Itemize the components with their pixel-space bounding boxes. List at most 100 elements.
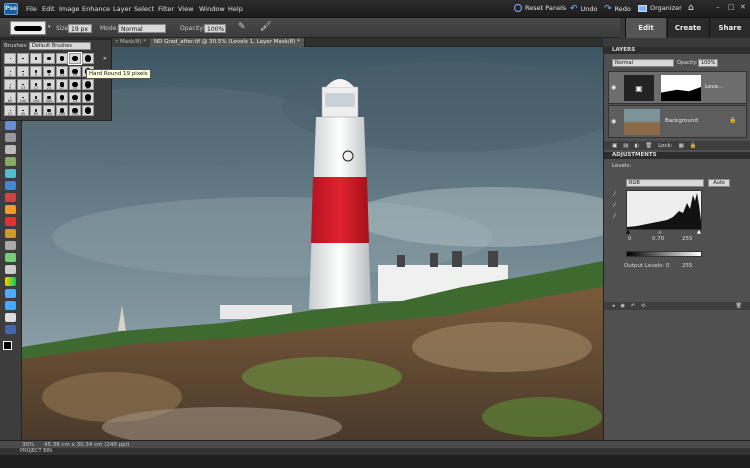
brush-preset[interactable] <box>56 53 68 64</box>
lock-pixels-icon[interactable]: ▦ <box>679 143 684 149</box>
type-tool-icon[interactable] <box>5 145 16 154</box>
input-slider-track[interactable]: ▲ ▲ ▲ <box>626 229 702 235</box>
auto-button[interactable]: Auto <box>708 179 730 187</box>
clip-to-layer-icon[interactable]: ◂ <box>612 303 615 309</box>
airbrush-icon[interactable]: ✎ <box>238 22 246 32</box>
layer-name[interactable]: Leve... <box>705 84 723 90</box>
brush-settings-icon[interactable]: 🖌 <box>260 22 271 32</box>
close-icon[interactable]: ✕ <box>740 3 746 11</box>
share-mode-button[interactable]: Share <box>709 18 750 38</box>
brush-preset[interactable]: 9 <box>43 66 55 77</box>
minimize-icon[interactable]: – <box>716 3 720 11</box>
eye-toggle-icon[interactable]: ◉ <box>621 303 625 309</box>
new-fill-layer-icon[interactable]: ◐ <box>634 143 639 149</box>
reset-panels-button[interactable]: Reset Panels <box>514 4 566 12</box>
panel-menu-icon[interactable]: » <box>103 55 107 62</box>
input-white-value[interactable]: 255 <box>682 236 693 242</box>
menu-enhance[interactable]: Enhance <box>82 5 110 13</box>
delete-adjustment-icon[interactable]: 🗑 <box>736 303 742 309</box>
new-group-icon[interactable]: ▤ <box>623 143 628 149</box>
brush-tool-icon[interactable] <box>5 205 16 214</box>
brush-preview[interactable] <box>10 21 46 35</box>
visibility-eye-icon[interactable]: ◉ <box>611 118 616 125</box>
brush-preset[interactable]: 300 <box>69 105 81 116</box>
move-tool-icon[interactable] <box>5 121 16 130</box>
project-bin-label[interactable]: PROJECT BIN <box>0 448 750 455</box>
foreground-color-swatch[interactable] <box>3 341 12 350</box>
black-point-eyedropper-icon[interactable]: ⁄ <box>614 191 615 198</box>
channel-select[interactable]: RGB <box>626 179 704 187</box>
brush-preset[interactable]: 45 <box>82 79 94 90</box>
sponge-tool-icon[interactable] <box>5 265 16 274</box>
zoom-tool-icon[interactable] <box>5 133 16 142</box>
brush-preset[interactable] <box>68 52 82 65</box>
brush-preset[interactable]: 9 <box>4 79 16 90</box>
brush-preset[interactable]: 300 <box>43 92 55 103</box>
menu-edit[interactable]: Edit <box>42 5 55 13</box>
brush-preset[interactable] <box>43 53 55 64</box>
brush-preset[interactable]: 100 <box>17 92 29 103</box>
brush-preset[interactable]: 45 <box>17 105 29 116</box>
brush-preset[interactable]: 200 <box>56 105 68 116</box>
layer-opacity-field[interactable]: 100% <box>698 59 718 67</box>
brush-preset[interactable]: 21 <box>43 79 55 90</box>
mode-select[interactable]: Normal <box>118 24 166 33</box>
brush-preset[interactable]: 1 <box>4 66 16 77</box>
organizer-button[interactable]: Organizer <box>638 4 682 12</box>
white-input-handle[interactable]: ▲ <box>697 229 701 235</box>
layer-blend-select[interactable]: Normal <box>612 59 674 67</box>
brush-preset[interactable]: 19 <box>69 66 81 77</box>
reset-icon[interactable]: ⟲ <box>641 303 645 309</box>
maximize-icon[interactable]: □ <box>728 3 735 11</box>
menu-image[interactable]: Image <box>59 5 79 13</box>
brush-preset[interactable]: 3 <box>17 66 29 77</box>
layer-row-levels[interactable]: ◉ ▣ Leve... <box>608 71 747 104</box>
lock-all-icon[interactable]: 🔒 <box>690 143 697 149</box>
menu-select[interactable]: Select <box>134 5 154 13</box>
brush-preset[interactable]: 35 <box>69 79 81 90</box>
gradient-tool-icon[interactable] <box>5 277 16 286</box>
brush-preset[interactable]: 17 <box>30 79 42 90</box>
crop-tool-icon[interactable] <box>5 157 16 166</box>
menu-help[interactable]: Help <box>228 5 243 13</box>
layer-name[interactable]: Background <box>665 118 698 124</box>
brush-preset[interactable] <box>30 53 42 64</box>
create-mode-button[interactable]: Create <box>667 18 708 38</box>
pencil-tool-icon[interactable] <box>5 301 16 310</box>
brush-preset[interactable] <box>82 105 94 116</box>
menu-window[interactable]: Window <box>199 5 225 13</box>
menu-filter[interactable]: Filter <box>158 5 174 13</box>
brush-set-select[interactable]: Default Brushes <box>29 42 91 50</box>
tab-document-2[interactable]: ND Grad_after.tif @ 30.5% (Levels 1, Lay… <box>150 38 305 47</box>
brush-preset[interactable] <box>82 53 94 64</box>
gray-point-eyedropper-icon[interactable]: ⁄ <box>614 202 615 209</box>
brush-preset[interactable]: 13 <box>56 66 68 77</box>
brush-dropdown-icon[interactable]: ▾ <box>48 24 51 30</box>
previous-state-icon[interactable]: ↶ <box>631 303 635 309</box>
edit-mode-button[interactable]: Edit <box>625 18 666 38</box>
output-white-value[interactable]: 255 <box>682 263 693 269</box>
visibility-eye-icon[interactable]: ◉ <box>611 84 616 91</box>
opacity-field[interactable]: 100% <box>204 24 226 33</box>
white-point-eyedropper-icon[interactable]: ⁄ <box>614 213 615 220</box>
size-field[interactable]: 19 px <box>68 24 92 33</box>
brush-preset[interactable]: 5 <box>30 66 42 77</box>
brush-preset[interactable]: 19 <box>82 92 94 103</box>
brush-preset[interactable]: 17 <box>4 105 16 116</box>
brush-preset[interactable] <box>17 53 29 64</box>
brush-preset[interactable]: 200 <box>30 92 42 103</box>
input-black-value[interactable]: 0 <box>628 236 632 242</box>
shape-tool-icon[interactable] <box>5 289 16 298</box>
input-gray-value[interactable]: 0.70 <box>652 236 664 242</box>
output-black-value[interactable]: 0 <box>666 263 670 269</box>
eyedropper-tool-icon[interactable] <box>5 313 16 322</box>
delete-layer-icon[interactable]: 🗑 <box>645 143 652 149</box>
layer-row-background[interactable]: ◉ Background 🔒 <box>608 105 747 138</box>
brush-preset[interactable]: 65 <box>30 105 42 116</box>
eraser-tool-icon[interactable] <box>5 217 16 226</box>
gray-input-handle[interactable]: ▲ <box>658 229 662 235</box>
red-eye-tool-icon[interactable] <box>5 193 16 202</box>
brush-preset[interactable]: 13 <box>69 92 81 103</box>
menu-view[interactable]: View <box>178 5 193 13</box>
new-layer-icon[interactable]: ▣ <box>612 143 617 149</box>
